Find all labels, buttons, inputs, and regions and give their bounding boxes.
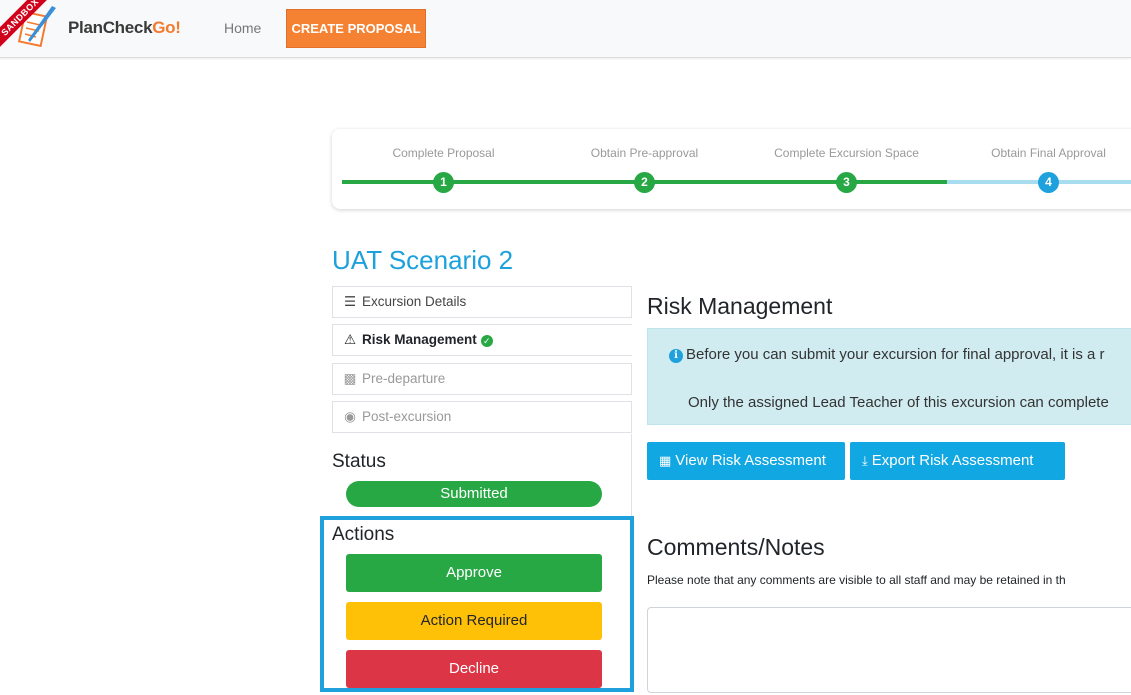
brand-plancheck-text: PlanCheck: [68, 18, 153, 37]
risk-management-heading: Risk Management: [647, 293, 833, 319]
plancheckgo-logo[interactable]: SANDBOX: [0, 0, 60, 56]
comments-textarea[interactable]: [647, 607, 1131, 693]
info-line-2: Only the assigned Lead Teacher of this e…: [688, 394, 1109, 411]
progress-stepper: Complete Proposal 1 Obtain Pre-approval …: [332, 129, 1131, 209]
status-badge: Submitted: [346, 481, 602, 507]
step-label: Obtain Pre-approval: [590, 146, 699, 160]
suitcase-icon: ▩: [343, 371, 357, 386]
brand-go-text: Go!: [152, 18, 181, 37]
step-complete-excursion-space: Complete Excursion Space 3: [745, 129, 948, 209]
export-risk-assessment-button[interactable]: ⤓ Export Risk Assessment: [850, 442, 1065, 480]
brand-name[interactable]: PlanCheckGo!: [68, 18, 181, 38]
step-obtain-pre-approval: Obtain Pre-approval 2: [543, 129, 746, 209]
info-line-1-text: Before you can submit your excursion for…: [686, 346, 1105, 363]
table-icon: ▦: [659, 453, 672, 468]
step-number-badge: 4: [1038, 172, 1059, 193]
download-icon: ⤓: [862, 453, 868, 468]
view-button-label: View Risk Assessment: [675, 452, 826, 469]
sidebar-item-label: Post-excursion: [362, 409, 452, 424]
action-required-button[interactable]: Action Required: [346, 602, 602, 640]
status-heading: Status: [332, 451, 386, 472]
decline-button[interactable]: Decline: [346, 650, 602, 688]
sidebar-item-excursion-details[interactable]: ☰ Excursion Details: [332, 286, 632, 318]
sidebar-item-label: Risk Management: [362, 332, 477, 347]
thumbs-up-icon: ◉: [344, 409, 356, 424]
actions-heading: Actions: [332, 524, 395, 545]
step-complete-proposal: Complete Proposal 1: [342, 129, 545, 209]
sidebar-item-pre-departure[interactable]: ▩ Pre-departure: [332, 363, 632, 395]
info-alert: i Before you can submit your excursion fo…: [647, 328, 1131, 425]
export-button-label: Export Risk Assessment: [871, 452, 1034, 469]
step-label: Complete Excursion Space: [774, 146, 919, 160]
warning-icon: ⚠: [343, 332, 357, 347]
nav-home-link[interactable]: Home: [224, 20, 261, 36]
comments-heading: Comments/Notes: [647, 534, 825, 560]
step-number-badge: 3: [836, 172, 857, 193]
sidebar-item-label: Excursion Details: [362, 294, 467, 309]
sidebar-divider: [631, 434, 632, 524]
check-circle-icon: ✓: [480, 335, 493, 347]
step-obtain-final-approval: Obtain Final Approval 4: [947, 129, 1131, 209]
approve-button[interactable]: Approve: [346, 554, 602, 592]
comments-note: Please note that any comments are visibl…: [647, 573, 1066, 587]
list-icon: ☰: [343, 294, 357, 309]
page-title: UAT Scenario 2: [332, 245, 514, 275]
create-proposal-button[interactable]: CREATE PROPOSAL: [286, 9, 426, 48]
sidebar-item-post-excursion[interactable]: ◉ Post-excursion: [332, 401, 632, 433]
sidebar-item-label: Pre-departure: [362, 371, 446, 386]
view-risk-assessment-button[interactable]: ▦ View Risk Assessment: [647, 442, 845, 480]
top-navbar: SANDBOX PlanCheckGo! Home CREATE PROPOSA…: [0, 0, 1131, 58]
step-number-badge: 1: [433, 172, 454, 193]
info-line-1: i Before you can submit your excursion fo…: [669, 346, 1105, 363]
step-number-badge: 2: [634, 172, 655, 193]
step-label: Obtain Final Approval: [991, 146, 1106, 160]
step-label: Complete Proposal: [392, 146, 495, 160]
info-icon: i: [669, 349, 683, 363]
sidebar-item-risk-management[interactable]: ⚠ Risk Management ✓: [332, 324, 632, 356]
